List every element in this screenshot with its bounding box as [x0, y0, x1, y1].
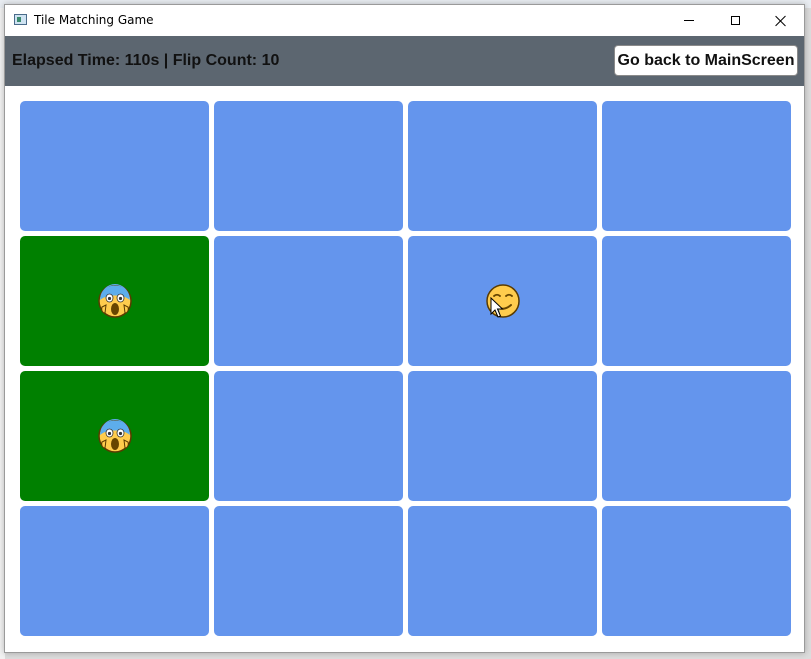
- mouse-cursor-icon: [490, 297, 504, 318]
- window-title: Tile Matching Game: [34, 13, 154, 27]
- back-to-main-button[interactable]: Go back to MainScreen: [614, 45, 798, 76]
- close-button[interactable]: [758, 5, 804, 36]
- tile-grid: [20, 101, 791, 636]
- tile-r2-c2[interactable]: [214, 236, 403, 366]
- tile-r4-c4[interactable]: [602, 506, 791, 636]
- app-icon: [14, 14, 27, 25]
- tile-r1-c1[interactable]: [20, 101, 209, 231]
- tile-r1-c2[interactable]: [214, 101, 403, 231]
- tile-r4-c1[interactable]: [20, 506, 209, 636]
- close-icon: [775, 15, 787, 27]
- tile-r3-c1[interactable]: [20, 371, 209, 501]
- tile-r2-c1[interactable]: [20, 236, 209, 366]
- tile-r4-c3[interactable]: [408, 506, 597, 636]
- tile-r3-c4[interactable]: [602, 371, 791, 501]
- title-bar[interactable]: Tile Matching Game: [5, 5, 804, 36]
- tile-r1-c4[interactable]: [602, 101, 791, 231]
- face-screaming-in-fear-icon: [97, 283, 133, 319]
- maximize-icon: [730, 16, 740, 25]
- face-screaming-in-fear-icon: [97, 418, 133, 454]
- minimize-icon: [684, 20, 694, 21]
- game-window: Tile Matching Game Elapsed Time: 110s | …: [4, 4, 805, 653]
- tile-r2-c4[interactable]: [602, 236, 791, 366]
- maximize-button[interactable]: [712, 5, 758, 36]
- tile-r3-c3[interactable]: [408, 371, 597, 501]
- tile-r1-c3[interactable]: [408, 101, 597, 231]
- tile-r4-c2[interactable]: [214, 506, 403, 636]
- game-status: Elapsed Time: 110s | Flip Count: 10: [12, 52, 280, 69]
- minimize-button[interactable]: [666, 5, 712, 36]
- game-header: Elapsed Time: 110s | Flip Count: 10 Go b…: [5, 36, 804, 86]
- tile-r3-c2[interactable]: [214, 371, 403, 501]
